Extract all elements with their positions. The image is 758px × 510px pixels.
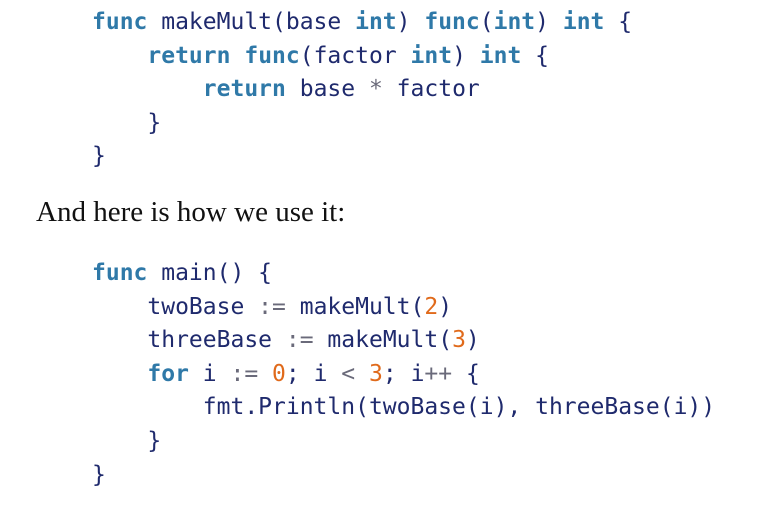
code-text: i [188,360,231,387]
code-line: return func(factor int) int { [92,40,632,74]
code-line: func main() { [92,257,715,291]
code-keyword: func [92,9,148,35]
code-keyword: int [355,9,397,35]
code-keyword: for [147,360,189,387]
code-block-make-mult: func makeMult(base int) func(int) int { … [92,6,632,174]
code-text: makeMult(base [147,9,356,35]
code-line: fmt.Println(twoBase(i), threeBase(i)) [92,391,715,425]
code-text: makeMult( [285,293,425,320]
code-keyword: int [410,42,453,69]
code-block-main: func main() { twoBase := makeMult(2) thr… [92,257,715,492]
code-text: ) [465,327,480,354]
code-keyword: int [479,42,522,69]
code-line: threeBase := makeMult(3) [92,324,715,358]
code-text: ) [452,42,480,69]
code-text: twoBase [92,293,259,320]
code-text: ) [396,9,425,35]
code-text: threeBase [92,327,286,354]
code-number: 3 [452,327,466,354]
code-line: } [92,107,632,141]
code-line: } [92,459,715,493]
code-text: } [92,461,106,488]
code-operator: := [258,293,286,320]
code-text: { [452,360,480,387]
code-number: 3 [369,360,383,387]
code-text: ) [438,293,453,320]
code-keyword: func [424,9,480,35]
code-text: ) [535,9,563,35]
code-operator: < [341,360,356,387]
prose-paragraph: And here is how we use it: [36,196,346,228]
code-text: ; i [285,360,342,387]
code-text: } [92,143,106,170]
code-text: ; i [382,360,425,387]
code-text: } [92,109,162,136]
code-keyword: func [92,260,148,286]
code-operator: := [285,327,314,354]
code-keyword: int [562,9,605,35]
code-text: { [604,9,633,35]
code-operator: ++ [424,360,453,387]
code-text: { [521,42,550,69]
code-text: fmt.Println(twoBase(i), threeBase(i)) [92,394,716,421]
code-text: (factor [299,42,411,69]
code-line: return base * factor [92,73,632,107]
code-number: 2 [424,293,439,320]
code-line: twoBase := makeMult(2) [92,291,715,325]
code-text: base [285,76,369,103]
code-number: 0 [272,360,286,387]
code-line: func makeMult(base int) func(int) int { [92,6,632,40]
code-text: ( [479,9,494,35]
code-text: factor [382,76,480,103]
code-keyword: int [493,9,536,35]
code-operator: := [230,360,259,387]
code-line: for i := 0; i < 3; i++ { [92,358,715,392]
code-keyword: return [202,76,286,103]
code-line: } [92,140,632,174]
code-text: main() { [147,260,273,286]
code-line: } [92,425,715,459]
code-keyword: func [244,42,300,69]
code-keyword: return [147,42,231,69]
code-text: makeMult( [313,327,453,354]
code-text: } [92,427,162,454]
code-operator: * [368,76,383,103]
